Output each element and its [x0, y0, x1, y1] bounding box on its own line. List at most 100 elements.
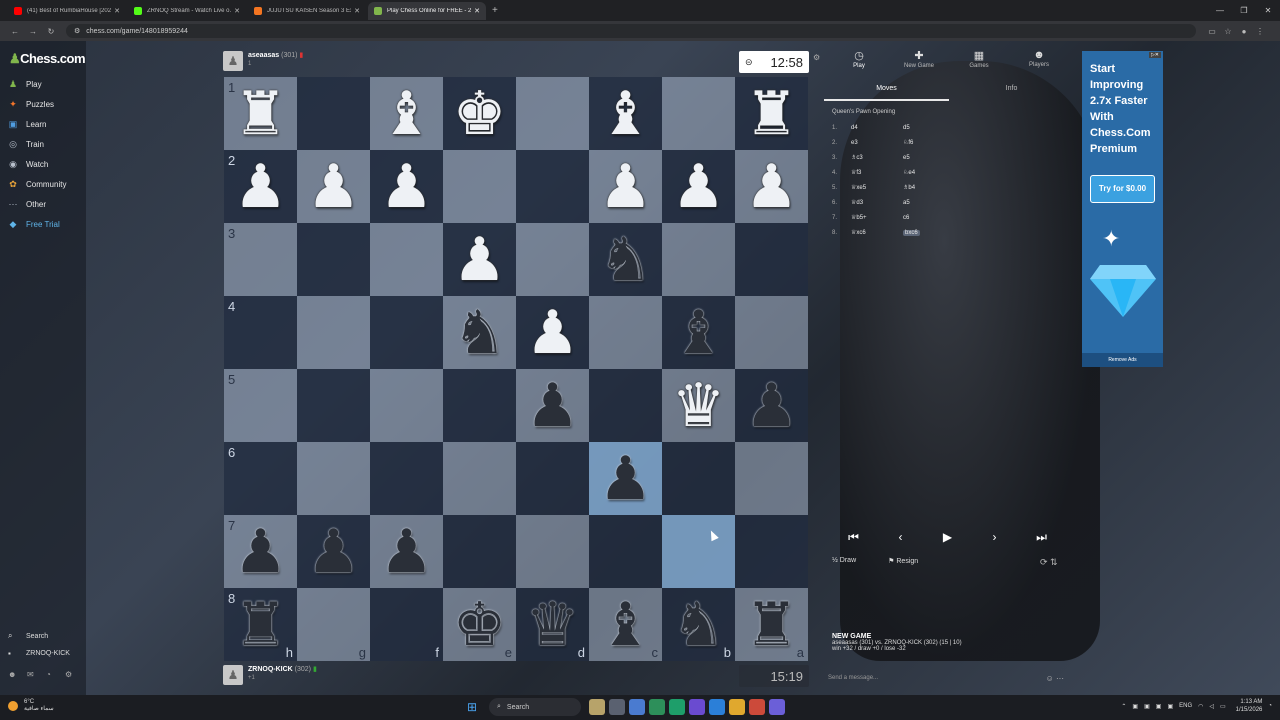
panel-tab-games[interactable]: ▦ Games [950, 49, 1008, 77]
discord-icon[interactable] [769, 699, 785, 715]
board-square[interactable]: 7 ♟ [224, 515, 297, 588]
board-square[interactable]: ♜ [735, 77, 808, 150]
notifications-icon[interactable]: ◔ [46, 670, 65, 679]
white-pawn-icon[interactable]: ♟ [380, 157, 434, 217]
bottom-player-avatar[interactable]: ♟ [223, 665, 243, 685]
board-square[interactable] [662, 515, 735, 588]
windows-start-icon[interactable]: ⊞ [467, 700, 481, 714]
board-square[interactable] [662, 442, 735, 515]
black-knight-icon[interactable]: ♞ [599, 230, 653, 290]
browser-tab[interactable]: ZRNOQ Stream - Watch Live o... ✕ [128, 2, 246, 20]
profile-icon[interactable]: ● [1236, 27, 1252, 36]
black-move[interactable]: c6 [903, 215, 1043, 221]
sidebar-item-free-trial[interactable]: ◆ Free Trial [8, 217, 60, 231]
board-square[interactable]: 5 [224, 369, 297, 442]
board-square[interactable]: ♟ [516, 296, 589, 369]
store-icon[interactable] [629, 699, 645, 715]
panel-tab-new-game[interactable]: ✚ New Game [890, 49, 948, 77]
board-square[interactable]: ♟ [370, 515, 443, 588]
white-bishop-icon[interactable]: ♝ [599, 84, 653, 144]
black-pawn-icon[interactable]: ♟ [307, 522, 361, 582]
board-square[interactable]: 4 [224, 296, 297, 369]
premium-ad[interactable]: ▷✕ Start Improving 2.7x Faster With Ches… [1082, 51, 1163, 367]
board-square[interactable] [516, 223, 589, 296]
board-square[interactable] [297, 223, 370, 296]
task-view-icon[interactable] [609, 699, 625, 715]
back-icon[interactable]: ← [6, 27, 24, 36]
black-move[interactable]: a5 [903, 200, 1043, 206]
file-explorer-icon[interactable] [729, 699, 745, 715]
white-move[interactable]: ♕xe5 [851, 184, 903, 191]
board-square[interactable] [370, 223, 443, 296]
chess-logo[interactable]: ♟Chess.com [9, 51, 86, 67]
white-move[interactable]: ♕d3 [851, 199, 903, 206]
board-square[interactable] [516, 442, 589, 515]
sidebar-item-community[interactable]: ✿ Community [8, 177, 66, 191]
tray-chevron-icon[interactable]: ⌃ [1121, 703, 1126, 710]
top-player-name[interactable]: aseaasas [248, 52, 279, 59]
board-square[interactable]: 2 ♟ [224, 150, 297, 223]
board-square[interactable]: 8 h ♜ [224, 588, 297, 661]
sidebar-item-play[interactable]: ♟ Play [8, 77, 42, 91]
board-square[interactable] [443, 442, 516, 515]
white-pawn-icon[interactable]: ♟ [526, 303, 580, 363]
board-square[interactable]: d ♛ [516, 588, 589, 661]
taskbar-search[interactable]: ⌕ Search [489, 698, 581, 716]
board-square[interactable]: ♝ [370, 77, 443, 150]
board-square[interactable]: ♟ [589, 150, 662, 223]
white-move[interactable]: ♕xc6 [851, 229, 903, 236]
board-square[interactable]: 6 [224, 442, 297, 515]
white-king-icon[interactable]: ♚ [453, 84, 507, 144]
tab-moves[interactable]: Moves [824, 85, 949, 101]
board-square[interactable] [370, 442, 443, 515]
board-square[interactable]: ♝ [589, 77, 662, 150]
new-tab-button[interactable]: + [492, 5, 498, 16]
board-square[interactable] [370, 296, 443, 369]
white-pawn-icon[interactable]: ♟ [234, 157, 288, 217]
black-move[interactable]: ♘e4 [903, 169, 1043, 176]
board-square[interactable]: ♞ [443, 296, 516, 369]
board-square[interactable] [735, 515, 808, 588]
board-square[interactable] [516, 150, 589, 223]
black-knight-icon[interactable]: ♞ [453, 303, 507, 363]
black-pawn-icon[interactable]: ♟ [234, 522, 288, 582]
board-square[interactable]: ♟ [297, 150, 370, 223]
top-player-avatar[interactable]: ♟ [223, 51, 243, 71]
board-square[interactable]: e ♚ [443, 588, 516, 661]
board-square[interactable]: 3 [224, 223, 297, 296]
black-king-icon[interactable]: ♚ [453, 595, 507, 655]
chat-input[interactable]: Send a message... ☺ ··· [828, 674, 1068, 683]
board-square[interactable] [735, 442, 808, 515]
board-square[interactable]: g [297, 588, 370, 661]
chrome-icon[interactable] [649, 699, 665, 715]
previous-move-button[interactable]: ‹ [877, 525, 924, 549]
menu-dots-icon[interactable]: ⋮ [1252, 27, 1268, 36]
notification-bell-icon[interactable]: ◔ [1268, 703, 1272, 709]
black-pawn-icon[interactable]: ♟ [380, 522, 434, 582]
white-pawn-icon[interactable]: ♟ [745, 157, 799, 217]
ad-cta-button[interactable]: Try for $0.00 [1090, 175, 1155, 203]
board-square[interactable]: ♟ [370, 150, 443, 223]
board-square[interactable] [443, 369, 516, 442]
browser-tab[interactable]: JUJUTSU KAISEN Season 3 Exe...✕ [248, 2, 366, 20]
panel-tab-play[interactable]: ◷ Play [830, 49, 888, 77]
sidebar-user[interactable]: ▪ ZRNOQ-KICK [8, 649, 70, 658]
black-pawn-icon[interactable]: ♟ [599, 449, 653, 509]
white-move[interactable]: d4 [851, 125, 903, 131]
board-square[interactable]: ♟ [516, 369, 589, 442]
board-square[interactable] [443, 515, 516, 588]
board-square[interactable]: b ♞ [662, 588, 735, 661]
board-square[interactable] [662, 223, 735, 296]
browser-tab[interactable]: (41) Best of RumbiaHouse [202... ✕ [8, 2, 126, 20]
board-square[interactable]: c ♝ [589, 588, 662, 661]
sidebar-search[interactable]: ⌕ Search [8, 631, 48, 641]
tab-close-icon[interactable]: ✕ [354, 7, 360, 15]
board-square[interactable] [735, 296, 808, 369]
messages-icon[interactable]: ✉ [27, 670, 46, 679]
chrome-icon[interactable] [749, 699, 765, 715]
board-square[interactable]: ♟ [443, 223, 516, 296]
black-bishop-icon[interactable]: ♝ [672, 303, 726, 363]
board-square[interactable]: ♚ [443, 77, 516, 150]
reload-icon[interactable]: ↻ [42, 27, 60, 36]
emoji-icon[interactable]: ☺ ··· [1046, 674, 1064, 683]
